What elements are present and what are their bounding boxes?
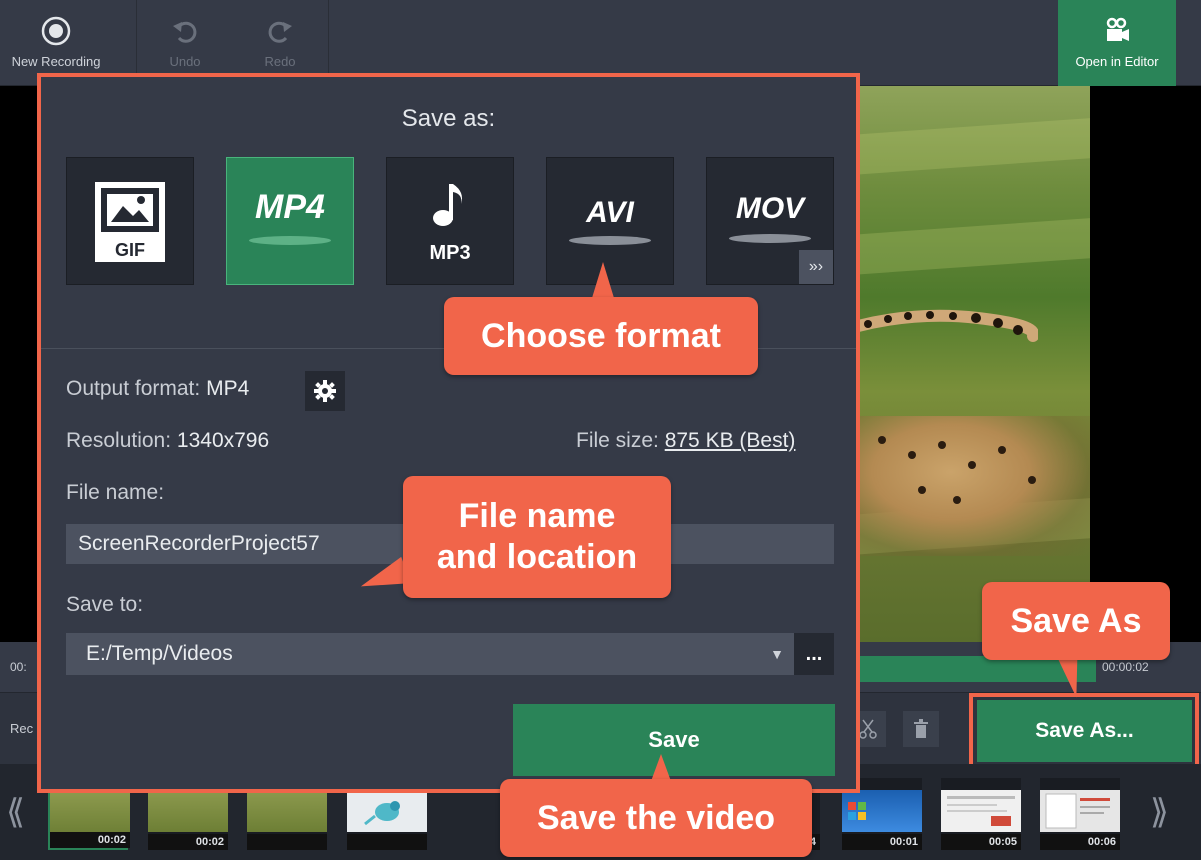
save-video-callout: Save the video — [500, 779, 812, 857]
file-name-location-callout: File name and location — [403, 476, 671, 598]
cheetah-spot — [953, 496, 961, 504]
video-oval-icon — [729, 234, 811, 243]
cheetah-body — [858, 416, 1090, 556]
video-oval-icon — [569, 236, 651, 245]
open-in-editor-button[interactable]: Open in Editor — [1058, 0, 1176, 86]
motion-blur — [858, 116, 1090, 176]
file-name-label: File name: — [66, 481, 165, 504]
file-size-label: File size: — [576, 429, 659, 452]
bird-thumbnail-image — [347, 790, 427, 832]
mp3-label: MP3 — [429, 242, 471, 264]
record-label: Rec — [10, 721, 34, 736]
file-name-location-text: File name — [458, 497, 616, 536]
output-format-label: Output format: — [66, 377, 201, 400]
video-oval-icon — [249, 236, 331, 245]
format-gif[interactable]: GIF — [66, 157, 194, 285]
output-format-row: Output format: MP4 — [66, 377, 249, 401]
screen-recorder-app: New Recording Undo Redo Open in Editor 0… — [0, 0, 1201, 860]
cheetah-spot — [1028, 476, 1036, 484]
format-mov[interactable]: MOV »› — [706, 157, 834, 285]
open-in-editor-label: Open in Editor — [1075, 54, 1159, 69]
thumbnail-image — [50, 792, 130, 834]
file-name-location-text: and location — [436, 538, 638, 576]
redo-icon — [265, 16, 295, 46]
cheetah-spot — [878, 436, 886, 444]
gif-label: GIF — [115, 240, 145, 260]
save-button[interactable]: Save — [513, 704, 835, 776]
motion-blur — [858, 216, 1090, 276]
choose-format-callout: Choose format — [444, 297, 758, 375]
windows-thumbnail-image — [842, 790, 922, 832]
cheetah-spot — [918, 486, 926, 494]
music-note-icon — [433, 184, 462, 226]
gear-icon — [314, 380, 336, 402]
format-settings-button[interactable] — [305, 371, 345, 411]
document-thumbnail-image — [941, 790, 1021, 832]
format-mp3[interactable]: MP3 — [386, 157, 514, 285]
redo-label: Redo — [264, 54, 296, 69]
choose-format-text: Choose format — [481, 316, 721, 355]
dialog-title: Save as: — [401, 105, 496, 132]
save-as-callout: Save As — [982, 582, 1170, 660]
scroll-left-icon[interactable]: ⟪ — [6, 792, 25, 832]
save-to-dropdown[interactable]: E:/Temp/Videos ▼ — [66, 633, 794, 675]
undo-icon — [170, 16, 200, 46]
thumbnail-duration — [247, 834, 327, 850]
save-video-text: Save the video — [536, 798, 776, 837]
current-time: 00: — [10, 660, 27, 674]
mp4-label: MP4 — [255, 188, 325, 226]
new-recording-label: New Recording — [11, 54, 101, 69]
undo-label: Undo — [169, 54, 201, 69]
thumbnail-image — [148, 790, 228, 832]
thumbnail-duration: 00:02 — [50, 832, 130, 848]
cheetah-spot — [938, 441, 946, 449]
resolution-value: 1340x796 — [176, 429, 270, 452]
thumbnail[interactable]: 00:06 — [1040, 778, 1120, 850]
file-size-row: File size: 875 KB (Best) — [576, 429, 795, 453]
video-frame — [858, 86, 1090, 642]
thumbnail[interactable]: 00:05 — [941, 778, 1021, 850]
browse-button[interactable]: ... — [794, 633, 834, 675]
thumbnail-duration: 00:05 — [941, 834, 1021, 850]
cheetah-spot — [908, 451, 916, 459]
thumbnail-duration — [347, 834, 427, 850]
film-camera-icon — [1102, 16, 1132, 46]
avi-label: AVI — [586, 196, 634, 229]
save-as-highlight — [969, 693, 1199, 769]
file-size-link[interactable]: 875 KB (Best) — [665, 429, 796, 452]
format-mp4[interactable]: MP4 — [226, 157, 354, 285]
callout-pointer — [592, 262, 614, 298]
record-icon — [41, 16, 71, 46]
more-formats-button[interactable]: »› — [799, 250, 833, 284]
save-dialog: Save as: GIF MP4 MP3 AVI MOV »› Output f… — [37, 73, 860, 793]
dropdown-arrow-icon: ▼ — [770, 646, 784, 662]
document-thumbnail-image — [1040, 790, 1120, 832]
cheetah-spot — [998, 446, 1006, 454]
thumbnail-image — [247, 790, 327, 832]
thumbnail-duration: 00:02 — [148, 834, 228, 850]
trash-icon[interactable] — [903, 711, 939, 747]
cheetah-spot — [968, 461, 976, 469]
triple-chevron-icon: »› — [808, 258, 824, 275]
save-to-value: E:/Temp/Videos — [86, 642, 233, 665]
mov-label: MOV — [735, 192, 805, 225]
resolution-row: Resolution: 1340x796 — [66, 429, 269, 453]
save-as-callout-text: Save As — [1010, 601, 1142, 640]
thumbnail-duration: 00:01 — [842, 834, 922, 850]
output-format-value: MP4 — [206, 377, 250, 400]
resolution-label: Resolution: — [66, 429, 172, 452]
scroll-right-icon[interactable]: ⟫ — [1150, 792, 1169, 832]
cheetah-tail — [858, 306, 1040, 346]
total-time: 00:00:02 — [1102, 660, 1149, 674]
thumbnail-duration: 00:06 — [1040, 834, 1120, 850]
save-to-label: Save to: — [66, 593, 144, 616]
